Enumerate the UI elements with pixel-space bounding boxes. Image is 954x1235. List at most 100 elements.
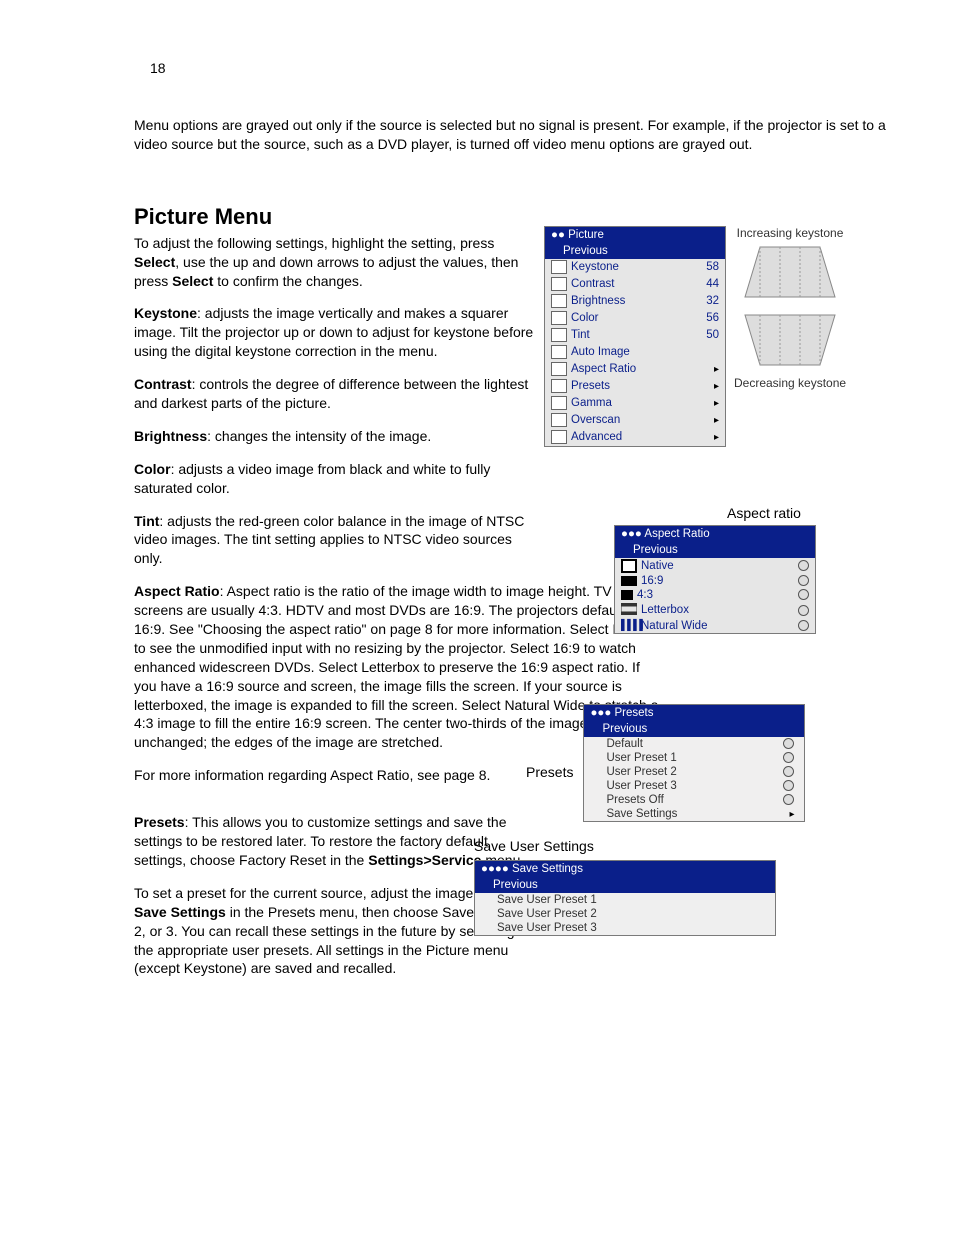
page-number: 18 <box>150 60 914 76</box>
value: 58 <box>706 261 719 273</box>
picture-osd-menu: ●● Picture Previous Keystone58Contrast44… <box>544 226 726 447</box>
increasing-keystone-label: Increasing keystone <box>737 226 844 240</box>
osd-previous[interactable]: Previous <box>615 542 815 558</box>
preset-row-user-preset-1[interactable]: User Preset 1 <box>584 751 804 765</box>
text: to confirm the changes. <box>213 273 362 289</box>
label: Save User Preset 3 <box>497 922 765 934</box>
right-column: ●● Picture Previous Keystone58Contrast44… <box>544 204 914 936</box>
label: Contrast <box>571 278 702 290</box>
preset-row-user-preset-2[interactable]: User Preset 2 <box>584 765 804 779</box>
row-icon <box>551 413 567 427</box>
row-icon <box>551 277 567 291</box>
radio-icon <box>783 780 794 791</box>
picture-row-keystone[interactable]: Keystone 58 <box>545 259 725 276</box>
preset-row-user-preset-3[interactable]: User Preset 3 <box>584 779 804 793</box>
text: : changes the intensity of the image. <box>207 428 431 444</box>
select-bold: Select <box>134 254 175 270</box>
save-row-save-user-preset-1[interactable]: Save User Preset 1 <box>475 893 775 907</box>
value: 56 <box>706 312 719 324</box>
standard-icon <box>621 590 633 600</box>
text: To set a preset for the current source, … <box>134 885 518 901</box>
radio-icon <box>798 620 809 631</box>
settings-service-bold: Settings>Service <box>368 852 481 868</box>
save-row-save-user-preset-3[interactable]: Save User Preset 3 <box>475 921 775 935</box>
label: Save Settings <box>606 808 785 820</box>
row-icon <box>551 294 567 308</box>
picture-row-auto-image[interactable]: Auto Image <box>545 344 725 361</box>
letterbox-icon <box>621 603 637 618</box>
preset-row-presets-off[interactable]: Presets Off <box>584 793 804 807</box>
contrast-bold: Contrast <box>134 376 192 392</box>
save-settings-caption: Save User Settings <box>474 838 914 854</box>
page: 18 Menu options are grayed out only if t… <box>0 0 954 1032</box>
osd-previous[interactable]: Previous <box>584 721 804 737</box>
picture-row-contrast[interactable]: Contrast44 <box>545 276 725 293</box>
picture-row-advanced[interactable]: Advanced <box>545 429 725 446</box>
tint-bold: Tint <box>134 513 159 529</box>
color-para: Color: adjusts a video image from black … <box>134 460 534 498</box>
radio-icon <box>798 589 809 600</box>
label: Default <box>606 738 779 750</box>
select-bold: Select <box>172 273 213 289</box>
picture-row-presets[interactable]: Presets <box>545 378 725 395</box>
presets-bold: Presets <box>134 814 185 830</box>
aspect-native-row[interactable]: Native <box>615 558 815 574</box>
picture-row-brightness[interactable]: Brightness32 <box>545 293 725 310</box>
save-settings-block: Save User Settings ●●●● Save Settings Pr… <box>474 838 914 936</box>
preset-row-save-settings[interactable]: Save Settings <box>584 807 804 821</box>
label: User Preset 3 <box>606 780 779 792</box>
label: 4:3 <box>637 589 794 601</box>
keystone-para: Keystone: adjusts the image vertically a… <box>134 304 534 361</box>
save-row-save-user-preset-2[interactable]: Save User Preset 2 <box>475 907 775 921</box>
save-settings-bold: Save Settings <box>134 904 226 920</box>
row-icon <box>551 396 567 410</box>
row-icon <box>551 328 567 342</box>
text: : controls the degree of difference betw… <box>134 376 528 411</box>
picture-row-tint[interactable]: Tint50 <box>545 327 725 344</box>
trapezoid-down-icon <box>735 310 845 370</box>
label: Letterbox <box>641 604 794 616</box>
label: User Preset 1 <box>606 752 779 764</box>
label: Presets <box>571 380 710 392</box>
aspect-more: For more information regarding Aspect Ra… <box>134 766 534 785</box>
presets-caption: Presets <box>526 764 573 780</box>
trapezoid-up-icon <box>735 242 845 302</box>
osd-previous[interactable]: Previous <box>545 243 725 259</box>
aspect-ratio-caption: Aspect ratio <box>614 505 914 521</box>
row-icon <box>551 362 567 376</box>
chevron-right-icon <box>714 431 719 443</box>
picture-row-aspect-ratio[interactable]: Aspect Ratio <box>545 361 725 378</box>
aspect-letterbox-row[interactable]: Letterbox <box>615 602 815 619</box>
row-icon <box>551 260 567 274</box>
color-bold: Color <box>134 461 171 477</box>
preset-row-default[interactable]: Default <box>584 737 804 751</box>
aspect-naturalwide-row[interactable]: ▌▌▌▌Natural Wide <box>615 619 815 633</box>
osd-previous[interactable]: Previous <box>475 877 775 893</box>
text: : adjusts the red-green color balance in… <box>134 513 524 567</box>
brightness-para: Brightness: changes the intensity of the… <box>134 427 534 446</box>
label: Overscan <box>571 414 710 426</box>
osd-title: ●●● Aspect Ratio <box>615 526 815 542</box>
row-icon <box>551 311 567 325</box>
adjust-intro: To adjust the following settings, highli… <box>134 234 534 291</box>
osd-title: ●●● Presets <box>584 705 804 721</box>
picture-row-color[interactable]: Color56 <box>545 310 725 327</box>
label: Keystone <box>571 261 702 273</box>
wide-icon <box>621 576 637 586</box>
radio-icon <box>798 605 809 616</box>
value: 50 <box>706 329 719 341</box>
radio-icon <box>783 766 794 777</box>
label: Save User Preset 2 <box>497 908 765 920</box>
aspect-169-row[interactable]: 16:9 <box>615 574 815 588</box>
label: 16:9 <box>641 575 794 587</box>
save-osd-menu: ●●●● Save Settings Previous Save User Pr… <box>474 860 776 936</box>
intro-paragraph: Menu options are grayed out only if the … <box>134 116 914 154</box>
label: Auto Image <box>571 346 719 358</box>
chevron-right-icon <box>714 397 719 409</box>
picture-row-overscan[interactable]: Overscan <box>545 412 725 429</box>
presets-osd-menu: ●●● Presets Previous Default User Preset … <box>583 704 805 822</box>
chevron-right-icon <box>714 363 719 375</box>
picture-row-gamma[interactable]: Gamma <box>545 395 725 412</box>
picture-menu-heading: Picture Menu <box>134 204 534 230</box>
aspect-43-row[interactable]: 4:3 <box>615 588 815 602</box>
